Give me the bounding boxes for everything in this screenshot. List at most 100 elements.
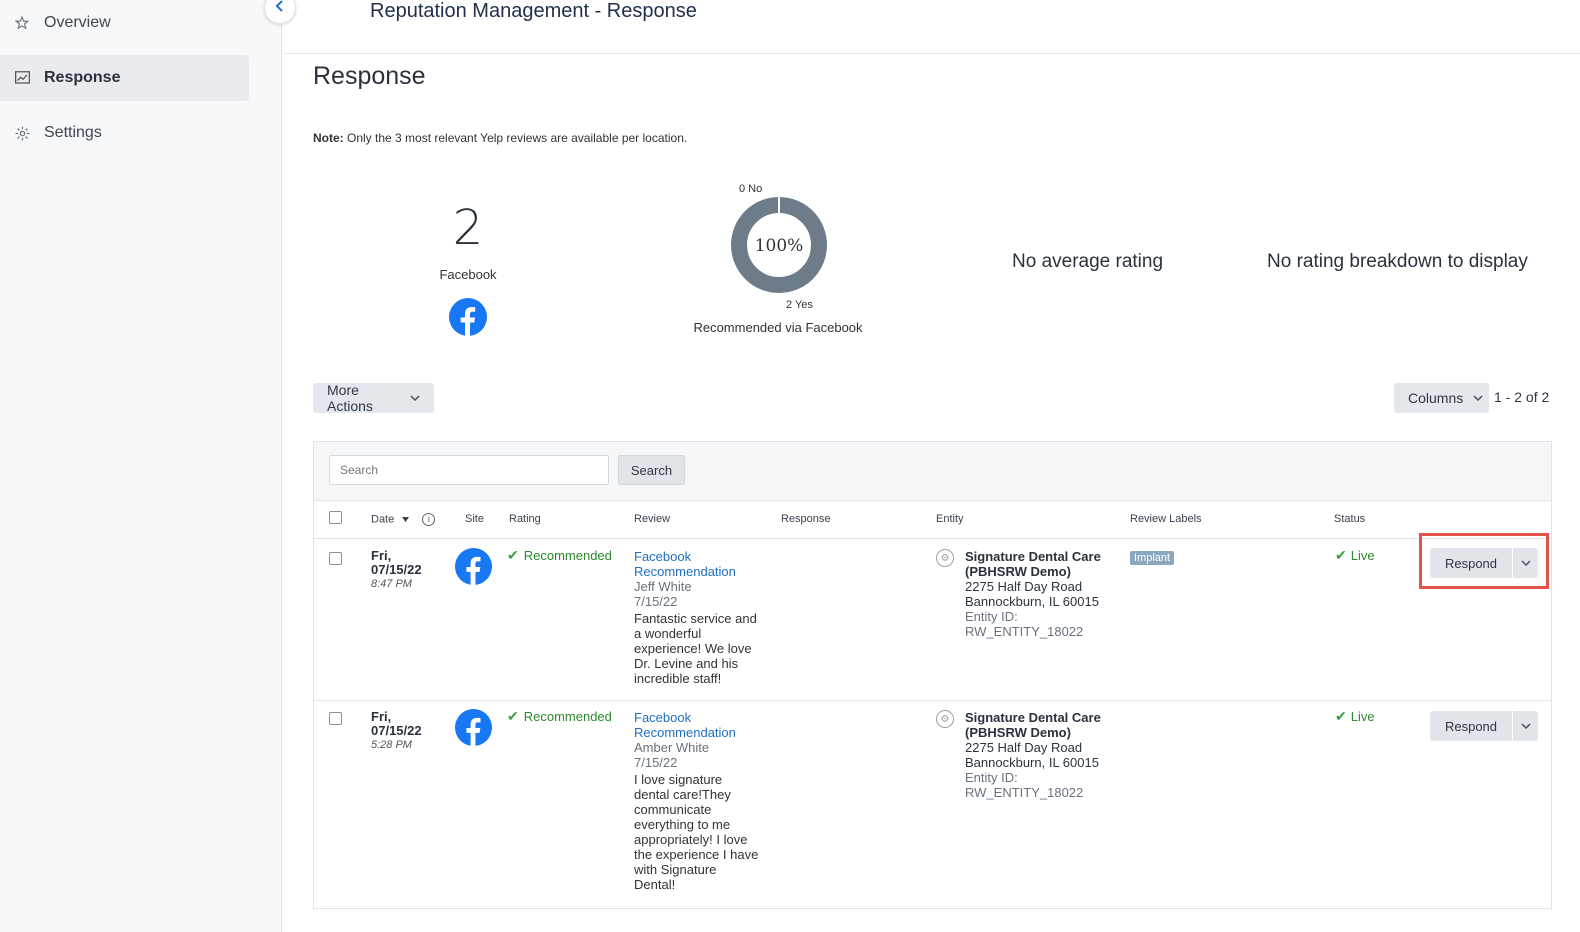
recommended-donut: 100%	[729, 195, 829, 295]
table-header: Date i Site Rating Review Response Entit…	[314, 501, 1551, 539]
entity-id: RW_ENTITY_18022	[965, 624, 1084, 639]
header-title: Reputation Management - Response	[370, 0, 697, 22]
column-header-site: Site	[465, 513, 484, 525]
sidebar-item-label: Overview	[44, 14, 111, 31]
review-text-line: the experience I have	[634, 847, 759, 862]
reviews-table: Search Date i Site Rating Review Respons…	[313, 441, 1552, 909]
gear-icon	[14, 125, 30, 141]
column-header-review: Review	[634, 513, 671, 525]
entity: Signature Dental Care (PBHSRW Demo) 2275 …	[965, 710, 1101, 800]
status-label: Live	[1350, 548, 1375, 563]
review-date-short: 7/15/22	[634, 755, 678, 770]
select-all-checkbox[interactable]	[329, 511, 342, 524]
review-link-line-1: Facebook	[634, 549, 692, 564]
respond-split-button: Respond	[1430, 711, 1538, 741]
review-date-value: 07/15/22	[371, 723, 422, 738]
entity: Signature Dental Care (PBHSRW Demo) 2275 …	[965, 549, 1101, 639]
review-text-line: Dr. Levine and his	[634, 656, 739, 671]
review-text-line: incredible staff!	[634, 671, 722, 686]
columns-label: Columns	[1408, 390, 1464, 406]
search-input[interactable]	[329, 455, 609, 485]
donut-yes-label: 2 Yes	[786, 299, 813, 311]
sidebar-item-label: Response	[44, 69, 121, 86]
review-text-line: communicate	[634, 802, 712, 817]
status: ✔ Live	[1335, 548, 1375, 564]
review-text-line: with Signature	[634, 862, 717, 877]
sidebar-item-label: Settings	[44, 124, 102, 141]
entity-name: Signature Dental Care (PBHSRW Demo)	[965, 549, 1101, 579]
review-date: Fri, 07/15/22 5:28 PM	[371, 710, 422, 753]
columns-button[interactable]: Columns	[1394, 383, 1489, 413]
entity-address-2: Bannockburn, IL 60015	[965, 594, 1099, 609]
label-badge[interactable]: Implant	[1130, 551, 1175, 565]
column-header-date[interactable]: Date i	[371, 513, 436, 526]
respond-dropdown-button[interactable]	[1513, 711, 1538, 741]
facebook-icon[interactable]	[455, 709, 492, 749]
sidebar-item-settings[interactable]: Settings	[0, 110, 249, 156]
review-text: I love signature dental care!They commun…	[634, 772, 764, 892]
review-text: Fantastic service and a wonderful experi…	[634, 611, 764, 686]
review-text-line: dental care!They	[634, 787, 731, 802]
facebook-icon	[449, 298, 487, 336]
review-text-line: Dental!	[634, 877, 676, 892]
check-icon: ✔	[507, 708, 519, 724]
review-author: Amber White	[634, 740, 710, 755]
info-icon[interactable]: i	[422, 513, 436, 526]
review-text-line: everything to me	[634, 817, 731, 832]
review-text-line: I love signature	[634, 772, 723, 787]
entity-id: RW_ENTITY_18022	[965, 785, 1084, 800]
sidebar-item-response[interactable]: Response	[0, 55, 249, 101]
review-date-day: Fri,	[371, 548, 392, 563]
no-rating-breakdown: No rating breakdown to display	[1267, 251, 1528, 272]
review-text-line: Fantastic service and	[634, 611, 757, 626]
check-icon: ✔	[507, 547, 519, 563]
check-icon: ✔	[1335, 708, 1347, 724]
review-date-value: 07/15/22	[371, 562, 422, 577]
review-link-line-2: Recommendation	[634, 725, 736, 740]
review-text-line: appropriately! I love	[634, 832, 748, 847]
column-header-rating: Rating	[509, 513, 541, 525]
sidebar-item-overview[interactable]: Overview	[0, 0, 249, 46]
header: Reputation Management - Response	[283, 0, 1580, 54]
chevron-down-icon	[410, 393, 420, 404]
column-header-entity: Entity	[936, 513, 964, 525]
rating-label: Recommended	[523, 548, 612, 563]
chevron-down-icon	[1473, 393, 1483, 404]
more-actions-button[interactable]: More Actions	[313, 382, 434, 414]
rating-label: Recommended	[523, 709, 612, 724]
chevron-down-icon	[1520, 721, 1531, 732]
entity-id-label: Entity ID:	[965, 609, 1018, 624]
respond-button[interactable]: Respond	[1430, 711, 1513, 741]
row-checkbox[interactable]	[329, 712, 342, 725]
search-button[interactable]: Search	[618, 455, 685, 485]
rating: ✔ Recommended	[507, 547, 612, 564]
column-header-review-labels: Review Labels	[1130, 513, 1202, 525]
rating: ✔ Recommended	[507, 708, 612, 725]
search-bar: Search	[314, 442, 1551, 501]
review-link[interactable]: Facebook Recommendation	[634, 710, 764, 740]
column-header-status: Status	[1334, 513, 1366, 525]
review-link-line-1: Facebook	[634, 710, 692, 725]
more-actions-label: More Actions	[327, 382, 373, 414]
review-date-short: 7/15/22	[634, 594, 678, 609]
facebook-icon[interactable]	[455, 548, 492, 588]
note: Note: Only the 3 most relevant Yelp revi…	[313, 131, 687, 145]
review-count: 2	[452, 200, 484, 256]
donut-caption: Recommended via Facebook	[693, 320, 863, 335]
review-link[interactable]: Facebook Recommendation	[634, 549, 764, 579]
table-row: Fri, 07/15/22 5:28 PM ✔ Recommended Face…	[314, 701, 1551, 909]
row-checkbox[interactable]	[329, 552, 342, 565]
table-row: Fri, 07/15/22 8:47 PM ✔ Recommended Face…	[314, 539, 1551, 700]
entity-icon: ⚙	[936, 710, 954, 728]
entity-name-line-2: (PBHSRW Demo)	[965, 564, 1071, 579]
entity-name: Signature Dental Care (PBHSRW Demo)	[965, 710, 1101, 740]
status: ✔ Live	[1335, 708, 1375, 725]
entity-name-line-1: Signature Dental Care	[965, 549, 1101, 564]
note-text: Only the 3 most relevant Yelp reviews ar…	[343, 131, 688, 145]
donut-percent: 100%	[755, 236, 804, 256]
status-label: Live	[1350, 709, 1375, 724]
entity-id-label: Entity ID:	[965, 770, 1018, 785]
chart-icon	[14, 70, 30, 86]
review-labels: Implant	[1130, 549, 1175, 566]
column-header-date-label: Date	[371, 513, 395, 526]
